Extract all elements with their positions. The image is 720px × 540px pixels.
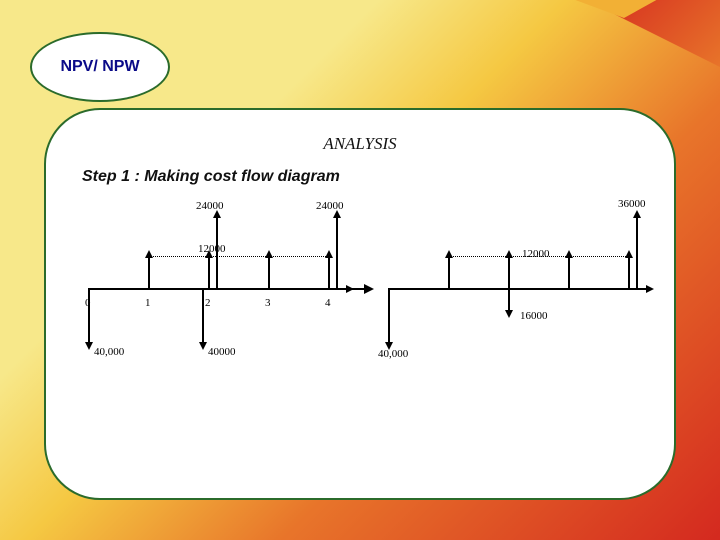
title-badge-label: NPV/ NPW: [60, 58, 139, 76]
period-3: 3: [265, 297, 271, 309]
axis-line: [388, 288, 648, 290]
content-card: ANALYSIS Step 1 : Making cost flow diagr…: [44, 108, 676, 500]
salvage-2: [216, 216, 218, 288]
cost-2: [202, 290, 204, 344]
cost-2-label: 40000: [208, 346, 236, 358]
arrow-up-icon: [505, 250, 513, 258]
cf-up: [328, 256, 330, 288]
annual-level-line: [146, 256, 332, 257]
period-4: 4: [325, 297, 331, 309]
end-value-label: 36000: [618, 198, 646, 210]
salvage-4-label: 24000: [316, 200, 344, 212]
arrow-up-icon: [625, 250, 633, 258]
cf-up: [568, 256, 570, 288]
step-heading: Step 1 : Making cost flow diagram: [82, 168, 646, 186]
arrow-down-icon: [505, 310, 513, 318]
transform-arrow-container: [346, 194, 374, 364]
cf-up: [148, 256, 150, 288]
axis-arrow: [646, 285, 654, 293]
cost-0: [388, 290, 390, 344]
cashflow-diagram-right: 12000 36000 40,000 16000: [374, 194, 646, 364]
cf-up: [508, 256, 510, 288]
cf-up: [448, 256, 450, 288]
arrow-up-icon: [633, 210, 641, 218]
arrow-up-icon: [145, 250, 153, 258]
arrow-up-icon: [445, 250, 453, 258]
net-cost-2: [508, 290, 510, 312]
cost-0: [88, 290, 90, 344]
arrow-down-icon: [199, 342, 207, 350]
salvage-4: [336, 216, 338, 288]
end-value: [636, 216, 638, 288]
slide-corner-accent: [582, 0, 720, 68]
arrow-down-icon: [85, 342, 93, 350]
arrow-up-icon: [265, 250, 273, 258]
net-cost-2-label: 16000: [520, 310, 548, 322]
cashflow-diagram-left: 0 1 2 3 4 12000 24000 24000 40,000 40000: [74, 194, 346, 364]
section-title: ANALYSIS: [74, 134, 646, 154]
period-1: 1: [145, 297, 151, 309]
arrow-up-icon: [205, 250, 213, 258]
cost-0-label: 40,000: [378, 348, 408, 360]
cf-up: [208, 256, 210, 288]
period-2: 2: [205, 297, 211, 309]
arrow-up-icon: [325, 250, 333, 258]
axis-line: [88, 288, 348, 290]
cost-0-label: 40,000: [94, 346, 124, 358]
title-badge: NPV/ NPW: [30, 32, 170, 102]
cf-up: [628, 256, 630, 288]
cf-up: [268, 256, 270, 288]
salvage-2-label: 24000: [196, 200, 224, 212]
arrow-up-icon: [565, 250, 573, 258]
annual-label: 12000: [522, 248, 550, 260]
diagrams-row: 0 1 2 3 4 12000 24000 24000 40,000 40000: [74, 194, 646, 364]
